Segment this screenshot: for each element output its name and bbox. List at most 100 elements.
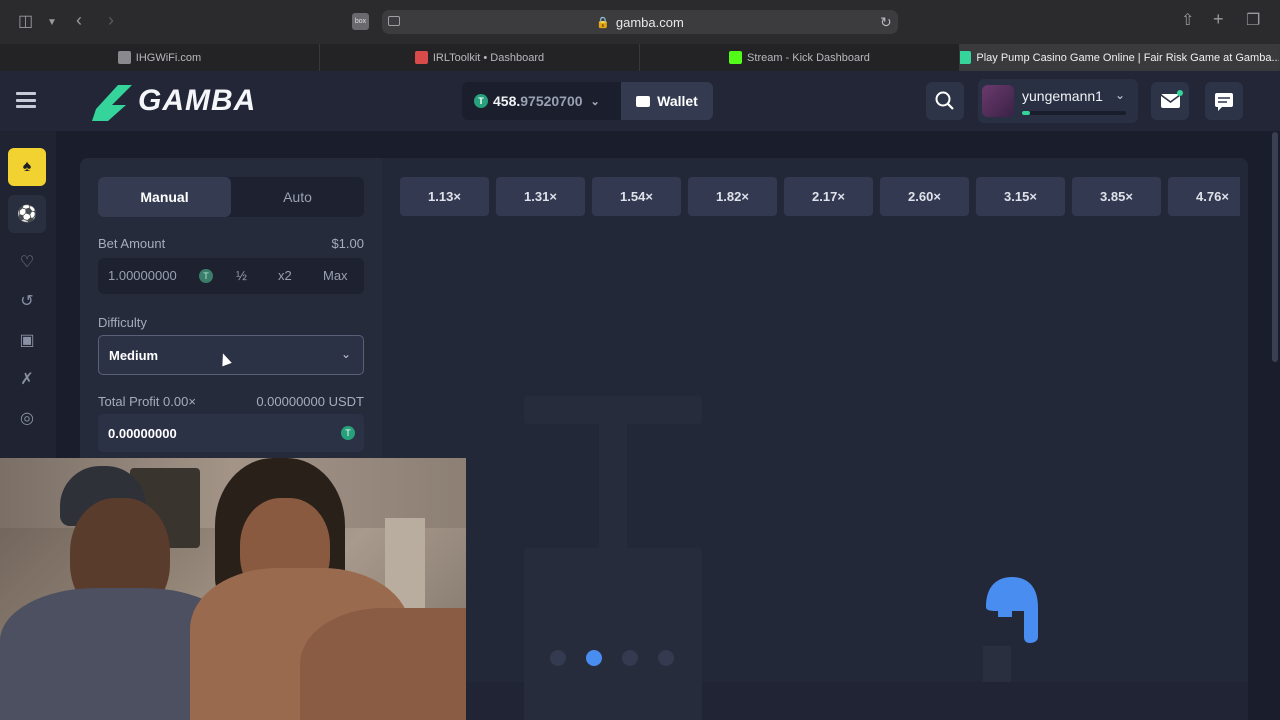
avatar bbox=[982, 85, 1014, 117]
sports-nav-button[interactable]: ⚽ bbox=[8, 195, 46, 233]
pump-indicator-dot bbox=[658, 650, 674, 666]
search-icon bbox=[935, 91, 954, 110]
username: yungemann1 bbox=[1022, 88, 1103, 104]
pump-indicator-dot bbox=[550, 650, 566, 666]
xp-progress-fill bbox=[1022, 111, 1031, 115]
casino-nav-button[interactable]: ♠ bbox=[8, 148, 46, 186]
pump-indicator-dot bbox=[622, 650, 638, 666]
new-tab-icon[interactable]: + bbox=[1213, 10, 1224, 28]
gamba-logo[interactable]: GAMBA bbox=[88, 79, 256, 123]
lifebuoy-icon: ◎ bbox=[20, 410, 34, 427]
tab-favicon bbox=[729, 51, 743, 64]
bet-amount-input[interactable]: 1.00000000 bbox=[108, 268, 177, 283]
share-icon[interactable]: ⇧ bbox=[1181, 13, 1194, 29]
bet-amount-label: Bet Amount bbox=[98, 236, 166, 251]
menu-icon[interactable] bbox=[16, 92, 36, 108]
logo-text: GAMBA bbox=[138, 84, 257, 117]
originals-nav-button[interactable]: ✗ bbox=[8, 360, 46, 398]
tab-manual[interactable]: Manual bbox=[98, 177, 231, 217]
logo-icon bbox=[92, 85, 132, 121]
back-icon[interactable]: ‹ bbox=[76, 11, 82, 29]
heart-icon: ♡ bbox=[19, 254, 35, 271]
page-settings-icon[interactable] bbox=[388, 16, 400, 26]
chest-icon: ▣ bbox=[19, 332, 35, 349]
tab-label: Stream - Kick Dashboard bbox=[747, 51, 870, 64]
usdt-icon: T bbox=[341, 426, 355, 440]
recent-nav-button[interactable]: ↺ bbox=[8, 282, 46, 320]
difficulty-select[interactable]: Medium ⌄ bbox=[98, 335, 364, 375]
half-bet-button[interactable]: ½ bbox=[236, 268, 247, 283]
balance-whole: 458. bbox=[493, 93, 521, 109]
balance-selector[interactable]: T 458. 97520700 ⌄ bbox=[462, 82, 621, 120]
pump-indicator bbox=[550, 650, 676, 666]
balloon-nozzle bbox=[983, 646, 1011, 682]
webcam-overlay bbox=[0, 458, 466, 720]
history-icon: ↺ bbox=[20, 293, 34, 310]
lock-icon: 🔒 bbox=[596, 16, 610, 29]
cards-icon: ♠ bbox=[22, 158, 32, 175]
mode-toggle: Manual Auto bbox=[98, 177, 364, 217]
tab-overview-icon[interactable]: ❐ bbox=[1246, 13, 1260, 29]
reload-icon[interactable]: ↻ bbox=[880, 14, 892, 31]
chat-icon bbox=[1215, 93, 1233, 111]
swords-icon: ✗ bbox=[20, 371, 34, 388]
difficulty-value: Medium bbox=[109, 348, 159, 363]
search-button[interactable] bbox=[926, 82, 964, 120]
multiplier-chip: 4.76× bbox=[1168, 177, 1240, 216]
chevron-down-icon: ⌄ bbox=[340, 347, 351, 361]
rewards-nav-button[interactable]: ▣ bbox=[8, 321, 46, 359]
wallet-label: Wallet bbox=[657, 93, 698, 109]
max-bet-button[interactable]: Max bbox=[323, 268, 348, 283]
multiplier-chip: 2.17× bbox=[784, 177, 873, 216]
chat-button[interactable] bbox=[1205, 82, 1243, 120]
bet-amount-field[interactable]: 1.00000000 T ½ x2 Max bbox=[98, 258, 364, 294]
difficulty-label: Difficulty bbox=[98, 315, 147, 330]
pump-body bbox=[524, 548, 702, 720]
multiplier-strip: 1.13× 1.31× 1.54× 1.82× 2.17× 2.60× 3.15… bbox=[400, 177, 1240, 217]
mail-button[interactable] bbox=[1151, 82, 1189, 120]
chevron-down-icon: ⌄ bbox=[590, 95, 600, 108]
tab-kick[interactable]: Stream - Kick Dashboard bbox=[640, 44, 960, 71]
tab-label: IHGWiFi.com bbox=[135, 51, 202, 64]
support-nav-button[interactable]: ◎ bbox=[8, 399, 46, 437]
tab-label: IRLToolkit • Dashboard bbox=[432, 51, 545, 64]
tab-ihgwifi[interactable]: IHGWiFi.com bbox=[0, 44, 320, 71]
chevron-down-icon[interactable]: ▼ bbox=[47, 15, 57, 31]
tab-favicon bbox=[117, 51, 131, 64]
page-scrollbar[interactable] bbox=[1272, 132, 1278, 362]
address-bar[interactable]: 🔒 gamba.com bbox=[382, 10, 898, 34]
site-header: GAMBA T 458. 97520700 ⌄ Wallet yungemann1… bbox=[0, 71, 1280, 131]
tab-bar: IHGWiFi.com IRLToolkit • Dashboard Strea… bbox=[0, 44, 1280, 71]
multiplier-chip: 1.82× bbox=[688, 177, 777, 216]
chevron-down-icon: ⌄ bbox=[1115, 88, 1126, 102]
browser-toolbar: ◫ ▼ ‹ › box 🔒 gamba.com ↻ ⇧ + ❐ bbox=[0, 0, 1280, 44]
multiplier-chip: 3.15× bbox=[976, 177, 1065, 216]
tab-favicon bbox=[414, 51, 428, 64]
multiplier-chip: 1.13× bbox=[400, 177, 489, 216]
wallet-button[interactable]: Wallet bbox=[621, 82, 713, 120]
tab-gamba[interactable]: Play Pump Casino Game Online | Fair Risk… bbox=[960, 44, 1280, 71]
tab-label: Play Pump Casino Game Online | Fair Risk… bbox=[976, 51, 1280, 64]
total-profit-usdt: 0.00000000 USDT bbox=[256, 394, 364, 409]
sidebar-toggle-icon[interactable]: ◫ bbox=[18, 14, 33, 30]
usdt-icon: T bbox=[474, 94, 488, 108]
multiplier-chip: 2.60× bbox=[880, 177, 969, 216]
wallet-icon bbox=[636, 95, 651, 107]
favorites-nav-button[interactable]: ♡ bbox=[8, 243, 46, 281]
balloon-icon bbox=[986, 577, 1038, 643]
balance-decimals: 97520700 bbox=[520, 93, 583, 109]
pump-indicator-dot bbox=[586, 650, 602, 666]
pump-handle bbox=[524, 396, 702, 424]
tab-favicon bbox=[960, 51, 972, 64]
user-menu[interactable]: yungemann1 ⌄ bbox=[978, 79, 1138, 123]
forward-icon[interactable]: › bbox=[108, 11, 114, 29]
pump-rod bbox=[599, 424, 627, 548]
tab-auto[interactable]: Auto bbox=[231, 177, 364, 217]
total-profit-label: Total Profit 0.00× bbox=[98, 394, 196, 409]
multiplier-chip: 1.54× bbox=[592, 177, 681, 216]
tab-irltoolkit[interactable]: IRLToolkit • Dashboard bbox=[320, 44, 640, 71]
multiplier-chip: 3.85× bbox=[1072, 177, 1161, 216]
xp-progress-bar bbox=[1022, 111, 1126, 115]
double-bet-button[interactable]: x2 bbox=[278, 268, 292, 283]
extension-icon[interactable]: box bbox=[352, 13, 369, 30]
